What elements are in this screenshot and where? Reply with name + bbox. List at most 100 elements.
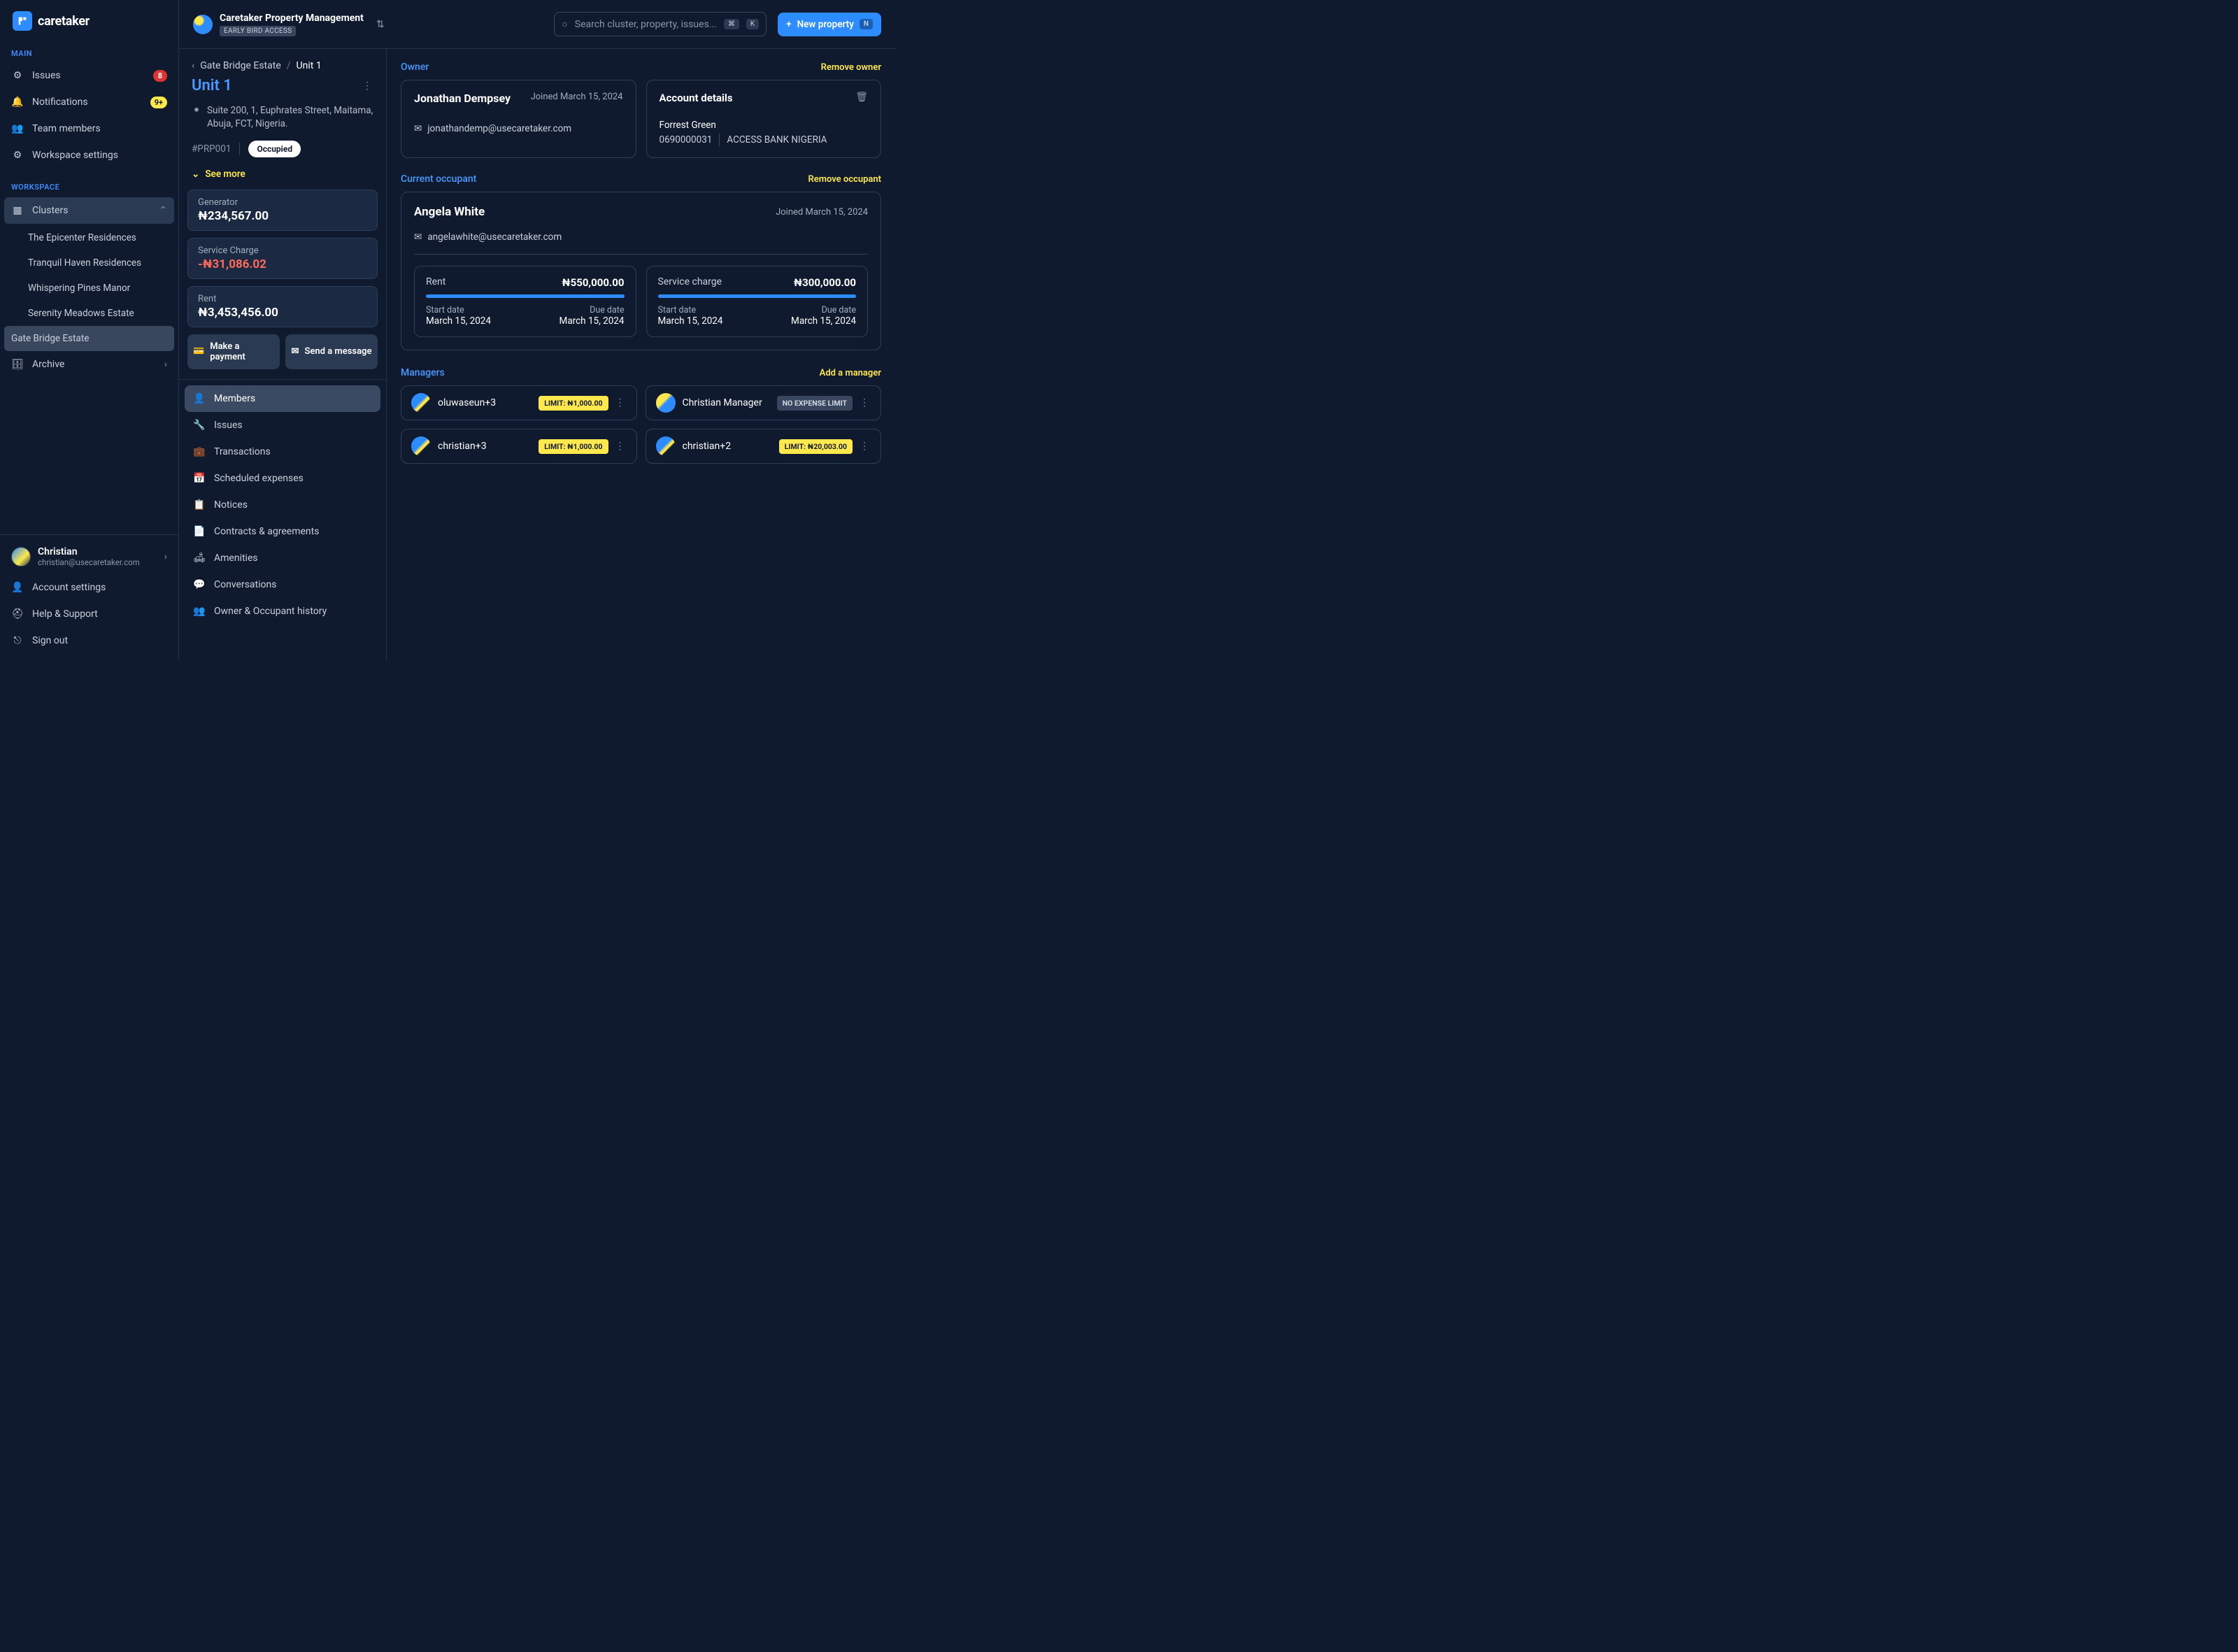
kbd-cmd: ⌘ [724,19,739,29]
account-card: Account details Forrest Green 0690000031… [646,80,882,158]
chevron-down-icon: ⌄ [192,169,199,180]
stat-generator: Generator ₦234,567.00 [187,190,378,231]
people-icon: 👥 [11,122,24,135]
nav-label: Issues [32,70,61,81]
tab-scheduled[interactable]: 📅Scheduled expenses [185,465,380,492]
chevron-updown-icon: ⇅ [376,19,385,30]
org-switcher[interactable]: Caretaker Property Management EARLY BIRD… [193,13,385,36]
delete-account-icon[interactable]: 🗑 [855,92,868,103]
more-icon[interactable]: ⋮ [615,397,627,408]
more-icon[interactable]: ⋮ [615,441,627,452]
limit-badge: LIMIT: ₦1,000.00 [539,396,608,411]
wrench-icon: 🔧 [193,419,206,432]
tab-issues[interactable]: 🔧Issues [185,412,380,439]
section-main-label: MAIN [0,45,178,62]
person-icon: 👤 [193,392,206,405]
sidebar-item-issues[interactable]: ⚙ Issues 8 [0,62,178,89]
user-menu[interactable]: Christian christian@usecaretaker.com › [0,539,178,574]
remove-occupant-link[interactable]: Remove occupant [808,174,881,185]
manager-card: oluwaseun+3 LIMIT: ₦1,000.00 ⋮ [401,385,637,420]
org-icon [193,15,213,34]
search-icon: ○ [562,18,567,30]
more-icon[interactable]: ⋮ [860,397,871,408]
signout-icon: ⎋ [11,634,24,647]
cluster-item-1[interactable]: Tranquil Haven Residences [0,250,178,276]
unit-title: Unit 1 [192,77,232,94]
document-icon: 📄 [193,525,206,538]
manager-card: christian+3 LIMIT: ₦1,000.00 ⋮ [401,429,637,464]
account-bank: ACCESS BANK NIGERIA [727,134,827,145]
calendar-icon: 📅 [193,472,206,485]
limit-badge: LIMIT: ₦1,000.00 [539,439,608,454]
chat-icon: 💬 [193,578,206,591]
account-number: 0690000031 [660,134,713,145]
members-panel: Owner Remove owner Jonathan Dempsey Join… [387,49,895,661]
managers-section-title: Managers [401,367,445,378]
sidebar-item-clusters[interactable]: ▦ Clusters ⌃ [4,197,174,224]
issues-badge: 8 [153,70,167,82]
occupant-name: Angela White [414,205,485,219]
cluster-item-0[interactable]: The Epicenter Residences [0,225,178,250]
topbar: Caretaker Property Management EARLY BIRD… [179,0,895,49]
see-more-toggle[interactable]: ⌄ See more [179,166,386,190]
breadcrumb: ‹ Gate Bridge Estate / Unit 1 [179,49,386,77]
help-link[interactable]: ⛑ Help & Support [0,601,178,627]
avatar [411,393,431,413]
new-property-button[interactable]: + New property N [778,13,881,36]
chevron-up-icon: ⌃ [159,205,167,216]
signout-link[interactable]: ⎋ Sign out [0,627,178,654]
nav-label: Notifications [32,97,88,108]
sidebar-item-team[interactable]: 👥 Team members [0,115,178,142]
sidebar-item-notifications[interactable]: 🔔 Notifications 9+ [0,89,178,115]
avatar [411,436,431,456]
history-icon: 👥 [193,605,206,618]
help-icon: ⛑ [11,608,24,620]
remove-owner-link[interactable]: Remove owner [821,62,881,73]
account-settings-link[interactable]: 👤 Account settings [0,574,178,601]
account-holder: Forrest Green [660,120,856,131]
owner-email: jonathandemp@usecaretaker.com [427,123,571,134]
user-email: christian@usecaretaker.com [38,557,157,567]
occupant-card: Angela White Joined March 15, 2024 ✉ ang… [401,192,881,350]
sidebar-item-workspace-settings[interactable]: ⚙ Workspace settings [0,142,178,169]
tab-transactions[interactable]: 💼Transactions [185,439,380,465]
more-icon[interactable]: ⋮ [860,441,871,452]
logo[interactable]: caretaker [0,0,178,45]
sidebar-footer: Christian christian@usecaretaker.com › 👤… [0,534,178,661]
cluster-item-2[interactable]: Whispering Pines Manor [0,276,178,301]
section-workspace-label: WORKSPACE [0,178,178,196]
kbd-k: K [746,19,759,29]
occupant-joined: Joined March 15, 2024 [776,207,868,218]
limit-badge: LIMIT: ₦20,003.00 [779,439,853,454]
manager-card: Christian Manager NO EXPENSE LIMIT ⋮ [646,385,882,420]
crumb-parent[interactable]: Gate Bridge Estate [200,60,281,71]
bell-icon: 🔔 [11,96,24,108]
tab-notices[interactable]: 📋Notices [185,492,380,518]
submenu: 👤Members 🔧Issues 💼Transactions 📅Schedule… [179,379,386,630]
avatar [11,547,31,567]
clusters-icon: ▦ [11,204,24,217]
archive-icon: 🗄 [11,358,24,371]
search-input[interactable]: ○ Search cluster, property, issues... ⌘ … [554,12,767,36]
manager-card: christian+2 LIMIT: ₦20,003.00 ⋮ [646,429,882,464]
add-manager-link[interactable]: Add a manager [820,368,881,378]
limit-badge: NO EXPENSE LIMIT [777,396,853,411]
sidebar-item-archive[interactable]: 🗄 Archive › [0,351,178,378]
send-message-button[interactable]: ✉ Send a message [285,334,378,369]
tab-members[interactable]: 👤Members [185,385,380,412]
tab-contracts[interactable]: 📄Contracts & agreements [185,518,380,545]
tab-history[interactable]: 👥Owner & Occupant history [185,598,380,625]
cluster-item-4[interactable]: Gate Bridge Estate [4,326,174,351]
detail-column: ‹ Gate Bridge Estate / Unit 1 Unit 1 ⋮ S… [179,49,387,661]
tab-conversations[interactable]: 💬Conversations [185,571,380,598]
cluster-item-3[interactable]: Serenity Meadows Estate [0,301,178,326]
issues-icon: ⚙ [11,69,24,82]
nav-label: Team members [32,123,101,134]
pin-icon [192,106,201,115]
progress-bar [426,294,625,298]
more-menu-icon[interactable]: ⋮ [362,80,373,92]
back-icon[interactable]: ‹ [192,60,194,71]
mail-icon: ✉ [414,123,422,134]
tab-amenities[interactable]: 🛋Amenities [185,545,380,571]
make-payment-button[interactable]: 💳 Make a payment [187,334,280,369]
